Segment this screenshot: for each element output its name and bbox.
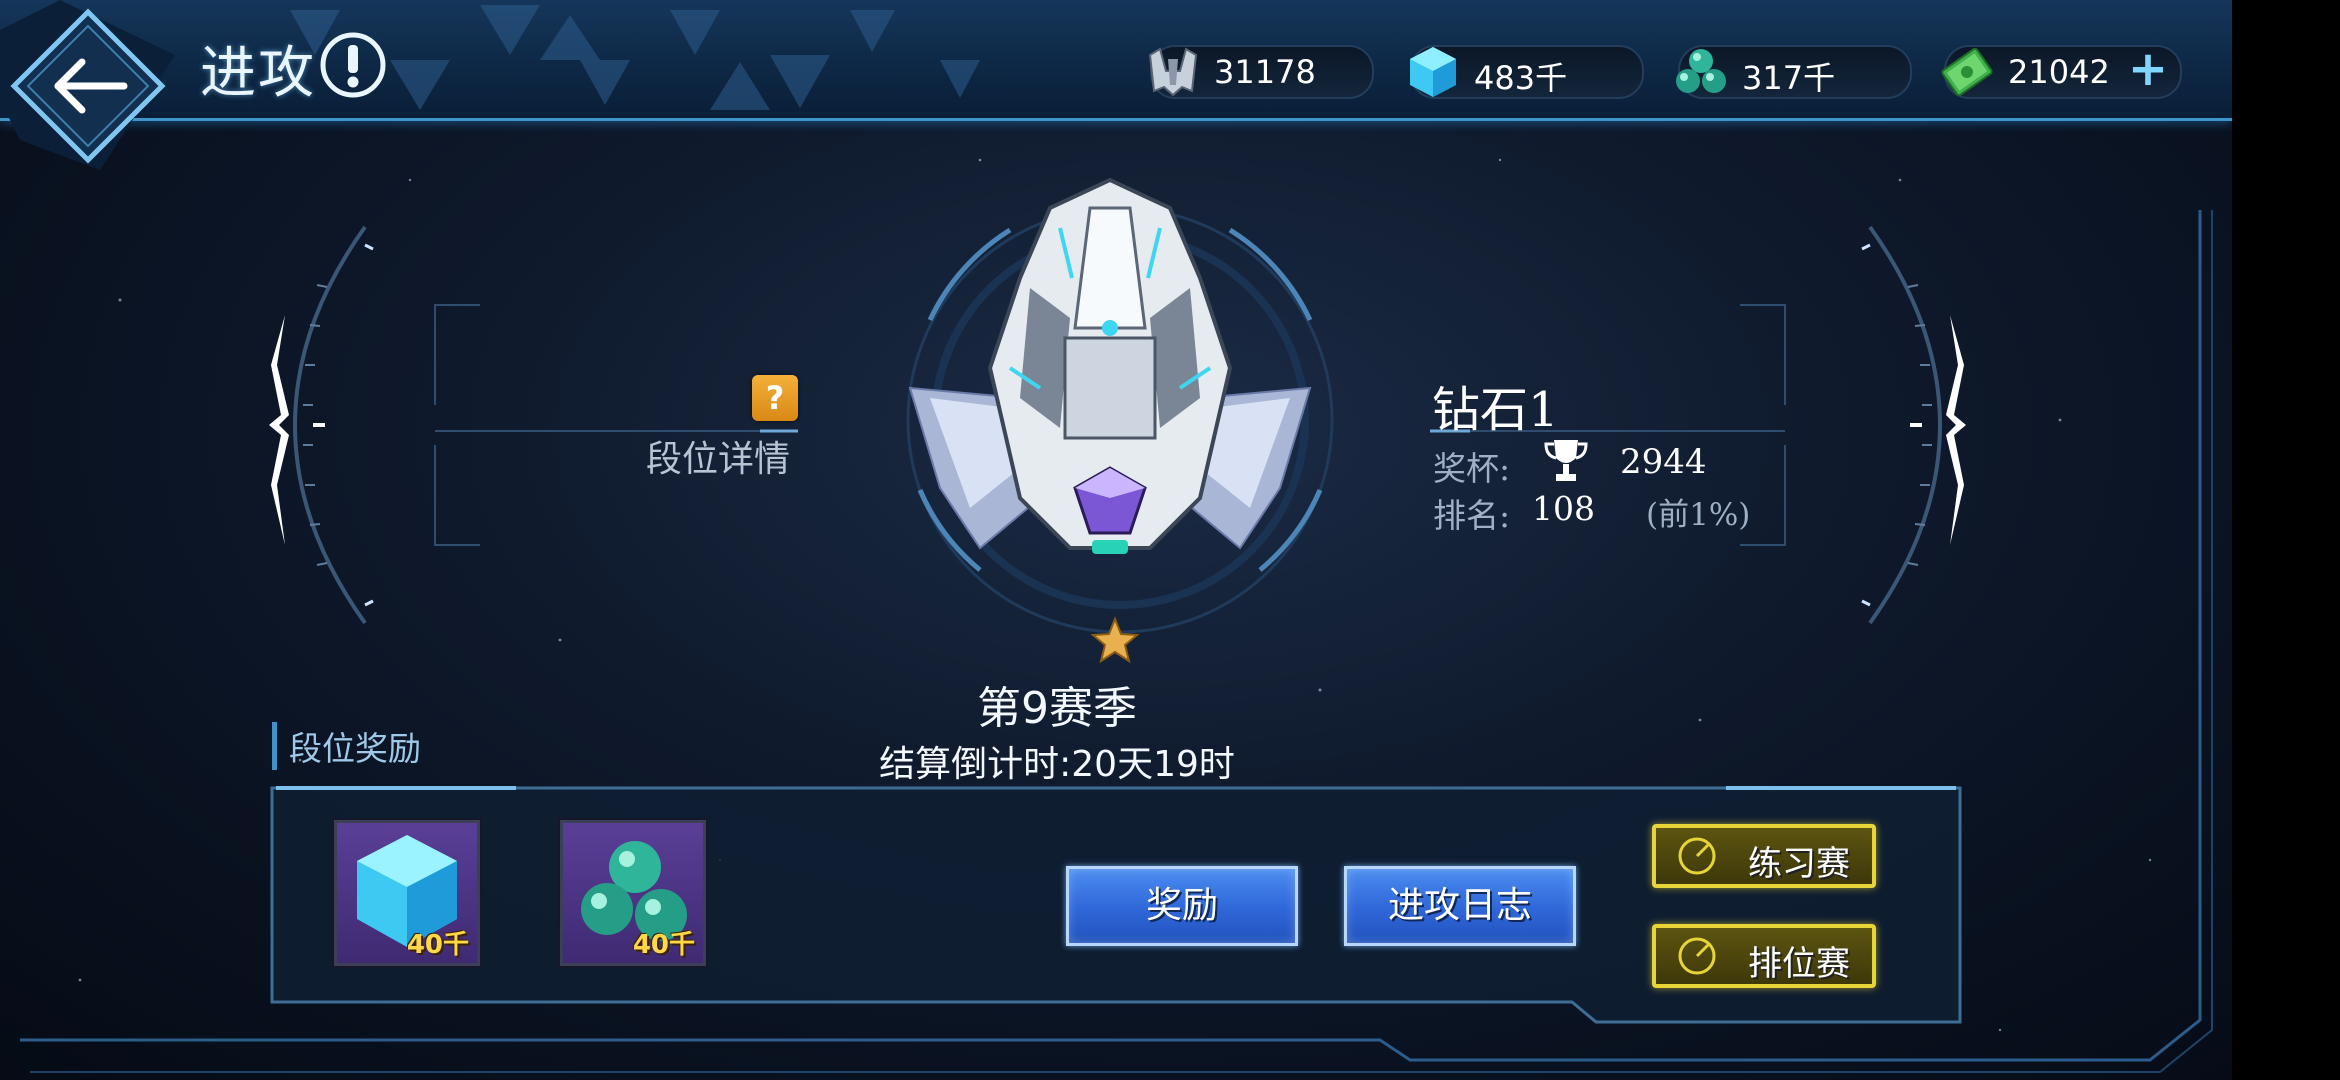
ranked-match-label: 排位赛 <box>1748 944 1850 984</box>
resource-crystal: 483千 <box>1410 45 1644 99</box>
reward-button[interactable]: 奖励 <box>1066 866 1298 946</box>
left-arrow-bracket[interactable] <box>255 215 405 635</box>
diamond-rank-ship-emblem <box>908 177 1312 554</box>
rank-name: 钻石1 <box>1432 382 1559 438</box>
crystal-icon <box>1410 47 1456 97</box>
top-bar: 进攻 31178 483千 317千 21042 + <box>0 0 2232 121</box>
info-icon[interactable] <box>318 30 388 100</box>
trophy-icon <box>1544 440 1588 481</box>
star-icon <box>1090 616 1140 664</box>
ship-parts-icon <box>1148 47 1198 97</box>
rank-detail-help-icon[interactable]: ? <box>752 375 798 421</box>
right-arrow-bracket[interactable] <box>1830 215 1980 635</box>
resource-value: 21042 <box>2008 53 2110 91</box>
attack-log-button[interactable]: 进攻日志 <box>1344 866 1576 946</box>
ranking-percent: (前1%) <box>1646 497 1751 533</box>
game-screen: 进攻 31178 483千 317千 21042 + ? 段位详情 第9赛季 结… <box>0 0 2232 1080</box>
resource-value: 483千 <box>1474 59 1568 97</box>
cash-icon <box>1941 47 1993 97</box>
resource-value: 317千 <box>1742 59 1836 97</box>
resource-ship-parts: 31178 <box>1148 45 1374 99</box>
rank-rewards-header: 段位奖励 <box>272 722 421 770</box>
reward-item-crystal[interactable]: 40千 <box>332 818 482 968</box>
back-button[interactable] <box>0 0 175 175</box>
trophy-value: 2944 <box>1620 442 1707 482</box>
radar-icon <box>1678 937 1716 975</box>
reward-quantity: 40千 <box>632 930 695 960</box>
add-cash-button[interactable]: + <box>2120 45 2176 93</box>
reward-item-orbs[interactable]: 40千 <box>558 818 708 968</box>
radar-icon <box>1678 837 1716 875</box>
ranked-match-button[interactable]: 排位赛 <box>1652 924 1876 988</box>
resource-orbs: 317千 <box>1676 45 1912 99</box>
practice-match-button[interactable]: 练习赛 <box>1652 824 1876 888</box>
orbs-icon <box>1676 49 1726 93</box>
resource-value: 31178 <box>1214 53 1316 91</box>
reward-quantity: 40千 <box>406 930 469 960</box>
rank-detail-link[interactable]: 段位详情 <box>646 430 790 482</box>
ranking-label: 排名: <box>1433 496 1511 535</box>
page-title: 进攻 <box>200 41 316 106</box>
trophy-label: 奖杯: <box>1433 449 1511 488</box>
practice-match-label: 练习赛 <box>1748 844 1850 884</box>
ranking-value: 108 <box>1532 489 1595 528</box>
